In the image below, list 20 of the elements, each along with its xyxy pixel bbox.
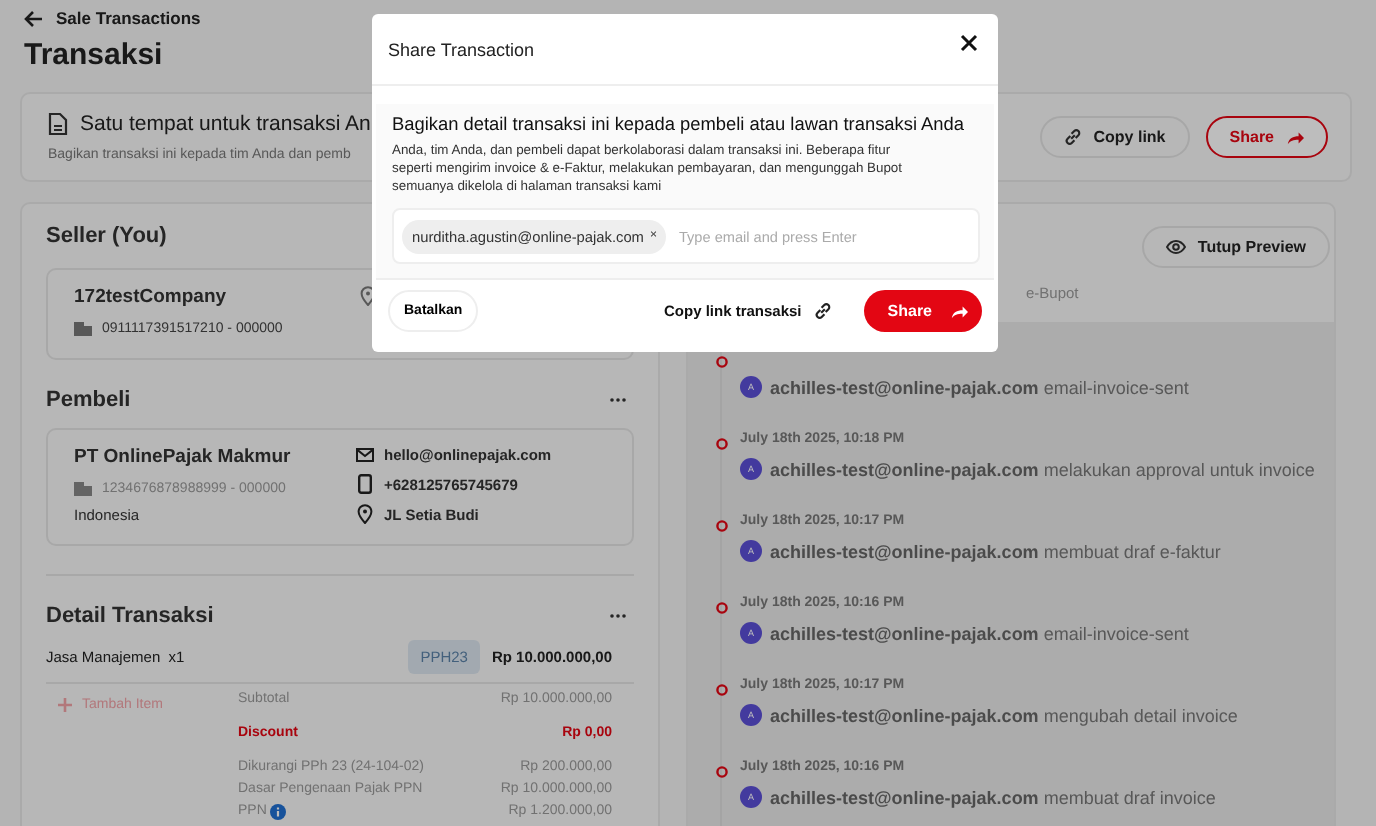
- section-heading: Seller (You): [46, 224, 167, 248]
- company-name: 172testCompany: [74, 286, 229, 308]
- event-text: achilles-test@online-pajak.com email-invoice-sent: [770, 377, 1189, 397]
- dialog-heading: Bagikan detail transaksi ini kepada pembeli atau lawan transaksi Anda: [392, 114, 967, 134]
- dialog-title: Share Transaction: [388, 39, 535, 59]
- close-preview-button[interactable]: Tutup Preview: [1141, 226, 1330, 268]
- section-heading: Pembeli: [46, 388, 131, 412]
- copy-link-button[interactable]: Copy link: [1039, 116, 1190, 158]
- page-title: Transaksi: [24, 38, 163, 74]
- company-name: PT OnlinePajak Makmur: [74, 446, 293, 468]
- event-text: achilles-test@online-pajak.com membuat draf e-faktur: [770, 541, 1221, 561]
- event-text: achilles-test@online-pajak.com melakukan approval untuk invoice: [770, 459, 1315, 479]
- event-text: achilles-test@online-pajak.com membuat draf invoice: [770, 787, 1216, 807]
- share-button[interactable]: Share: [863, 290, 982, 332]
- section-heading: Detail Transaksi: [46, 604, 214, 628]
- banner-title: Satu tempat untuk transaksi An: [80, 112, 371, 136]
- breadcrumb-link[interactable]: Sale Transactions: [56, 8, 201, 28]
- event-text: achilles-test@online-pajak.com email-invoice-sent: [770, 623, 1189, 643]
- share-button[interactable]: Share: [1205, 116, 1328, 158]
- event-text: achilles-test@online-pajak.com mengubah detail invoice: [770, 705, 1238, 725]
